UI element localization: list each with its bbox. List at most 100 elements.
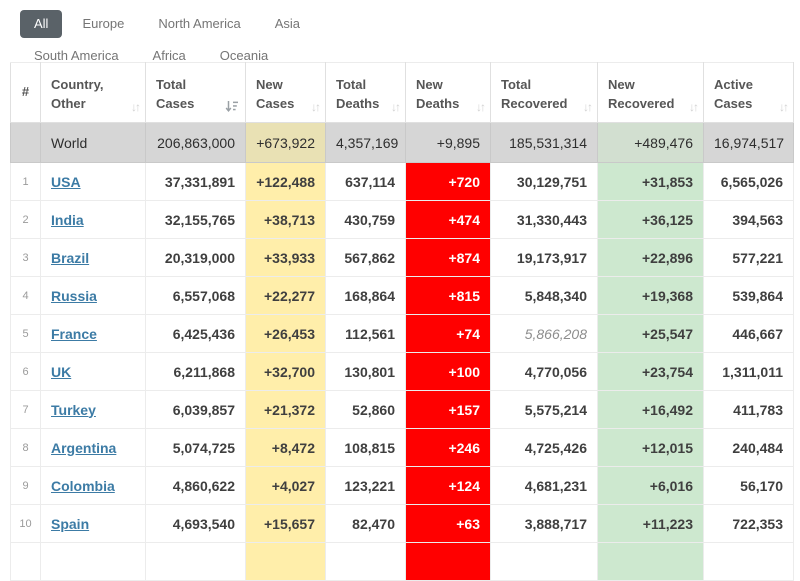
country-link[interactable]: Colombia bbox=[51, 478, 115, 494]
cell-total-cases: 6,425,436 bbox=[145, 314, 246, 353]
cell-total-deaths: 123,221 bbox=[325, 466, 406, 505]
country-link[interactable]: UK bbox=[51, 364, 71, 380]
cell-total-cases: 20,319,000 bbox=[145, 238, 246, 277]
sort-toggle-icon: ↓↑ bbox=[779, 100, 789, 114]
column-label: Total Cases bbox=[156, 77, 195, 112]
country-link[interactable]: Turkey bbox=[51, 402, 96, 418]
cell-new-deaths: +815 bbox=[405, 276, 491, 315]
country-link[interactable]: Argentina bbox=[51, 440, 116, 456]
sort-toggle-icon: ↓↑ bbox=[689, 100, 699, 114]
cell-new-cases: +32,700 bbox=[245, 352, 326, 391]
column-label: New Deaths bbox=[416, 77, 460, 112]
cell-total-recovered: 185,531,314 bbox=[490, 122, 598, 163]
cell-new-cases: +122,488 bbox=[245, 162, 326, 201]
tab-europe[interactable]: Europe bbox=[68, 10, 138, 38]
cell-new-recovered: +489,476 bbox=[597, 122, 704, 163]
cell-total-deaths: 637,114 bbox=[325, 162, 406, 201]
tab-south-america[interactable]: South America bbox=[20, 42, 133, 70]
cell-total-cases: 32,155,765 bbox=[145, 200, 246, 239]
cell-active-cases: 539,864 bbox=[703, 276, 794, 315]
cell-new-cases: +21,372 bbox=[245, 390, 326, 429]
col-header-new-cases[interactable]: New Cases ↓↑ bbox=[245, 62, 326, 123]
continent-tabs: All Europe North America Asia South America A… bbox=[0, 0, 410, 63]
cell-new-deaths: +720 bbox=[405, 162, 491, 201]
cell-new-cases: +8,472 bbox=[245, 428, 326, 467]
cell-new-recovered: +31,853 bbox=[597, 162, 704, 201]
tab-north-america[interactable]: North America bbox=[144, 10, 254, 38]
cell-rank: 1 bbox=[10, 162, 41, 201]
country-link[interactable]: India bbox=[51, 212, 84, 228]
cell-country: USA bbox=[40, 162, 146, 201]
cell-total-recovered: 4,681,231 bbox=[490, 466, 598, 505]
cell-new-deaths: +474 bbox=[405, 200, 491, 239]
cell-total-recovered bbox=[490, 542, 598, 581]
col-header-total-deaths[interactable]: Total Deaths ↓↑ bbox=[325, 62, 406, 123]
tab-asia[interactable]: Asia bbox=[261, 10, 314, 38]
col-header-new-recovered[interactable]: New Recovered ↓↑ bbox=[597, 62, 704, 123]
tab-oceania[interactable]: Oceania bbox=[206, 42, 282, 70]
cell-new-deaths: +63 bbox=[405, 504, 491, 543]
table-row: 8 Argentina 5,074,725 +8,472 108,815 +246 4,72… bbox=[10, 428, 794, 467]
cell-total-cases: 4,693,540 bbox=[145, 504, 246, 543]
cell-country: Colombia bbox=[40, 466, 146, 505]
cell-new-recovered: +19,368 bbox=[597, 276, 704, 315]
cell-active-cases: 394,563 bbox=[703, 200, 794, 239]
cell-total-cases bbox=[145, 542, 246, 581]
cell-total-recovered: 5,575,214 bbox=[490, 390, 598, 429]
col-header-active-cases[interactable]: Active Cases ↓↑ bbox=[703, 62, 794, 123]
country-link[interactable]: Spain bbox=[51, 516, 89, 532]
cell-total-deaths: 108,815 bbox=[325, 428, 406, 467]
cell-new-recovered: +23,754 bbox=[597, 352, 704, 391]
cell-total-recovered: 31,330,443 bbox=[490, 200, 598, 239]
cell-new-deaths: +9,895 bbox=[405, 122, 491, 163]
cell-new-recovered: +11,223 bbox=[597, 504, 704, 543]
table-row: 2 India 32,155,765 +38,713 430,759 +474 31,330… bbox=[10, 200, 794, 239]
country-link[interactable]: Brazil bbox=[51, 250, 89, 266]
cell-new-recovered bbox=[597, 542, 704, 581]
cell-total-recovered: 30,129,751 bbox=[490, 162, 598, 201]
cell-country: India bbox=[40, 200, 146, 239]
cell-new-deaths: +100 bbox=[405, 352, 491, 391]
cell-new-deaths: +874 bbox=[405, 238, 491, 277]
country-link[interactable]: USA bbox=[51, 174, 81, 190]
table-body: World 206,863,000 +673,922 4,357,169 +9,895 1… bbox=[10, 122, 794, 581]
cell-total-deaths: 130,801 bbox=[325, 352, 406, 391]
cell-new-cases: +33,933 bbox=[245, 238, 326, 277]
col-header-country-other[interactable]: Country, Other ↓↑ bbox=[40, 62, 146, 123]
table-row: 3 Brazil 20,319,000 +33,933 567,862 +874 19,17… bbox=[10, 238, 794, 277]
tab-all[interactable]: All bbox=[20, 10, 63, 39]
cell-total-cases: 6,211,868 bbox=[145, 352, 246, 391]
tab-africa[interactable]: Africa bbox=[139, 42, 200, 70]
cell-new-cases: +22,277 bbox=[245, 276, 326, 315]
column-label: New Recovered bbox=[608, 77, 675, 112]
cell-country bbox=[40, 542, 146, 581]
cell-total-cases: 37,331,891 bbox=[145, 162, 246, 201]
cell-active-cases: 6,565,026 bbox=[703, 162, 794, 201]
cell-active-cases: 577,221 bbox=[703, 238, 794, 277]
cell-country: World bbox=[40, 122, 146, 163]
col-header-new-deaths[interactable]: New Deaths ↓↑ bbox=[405, 62, 491, 123]
col-header-total-cases[interactable]: Total Cases bbox=[145, 62, 246, 123]
cell-rank bbox=[10, 122, 41, 163]
cell-new-deaths: +246 bbox=[405, 428, 491, 467]
world-row: World 206,863,000 +673,922 4,357,169 +9,895 1… bbox=[10, 122, 794, 163]
cell-new-recovered: +36,125 bbox=[597, 200, 704, 239]
cell-active-cases: 446,667 bbox=[703, 314, 794, 353]
cell-new-cases: +4,027 bbox=[245, 466, 326, 505]
column-label: New Cases bbox=[256, 77, 295, 112]
col-header-total-recovered[interactable]: Total Recovered ↓↑ bbox=[490, 62, 598, 123]
country-link[interactable]: France bbox=[51, 326, 97, 342]
covid-stats-table: # Country, Other ↓↑ Total Cases New Cases ↓↑ T… bbox=[10, 62, 794, 581]
cell-total-cases: 6,557,068 bbox=[145, 276, 246, 315]
cell-total-deaths: 168,864 bbox=[325, 276, 406, 315]
cell-active-cases: 56,170 bbox=[703, 466, 794, 505]
country-link[interactable]: Russia bbox=[51, 288, 97, 304]
cell-new-recovered: +16,492 bbox=[597, 390, 704, 429]
cell-total-recovered: 5,866,208 bbox=[490, 314, 598, 353]
cell-total-recovered: 4,770,056 bbox=[490, 352, 598, 391]
cell-total-deaths bbox=[325, 542, 406, 581]
cell-new-deaths: +157 bbox=[405, 390, 491, 429]
cell-country: Turkey bbox=[40, 390, 146, 429]
cell-rank bbox=[10, 542, 41, 581]
cell-active-cases: 16,974,517 bbox=[703, 122, 794, 163]
